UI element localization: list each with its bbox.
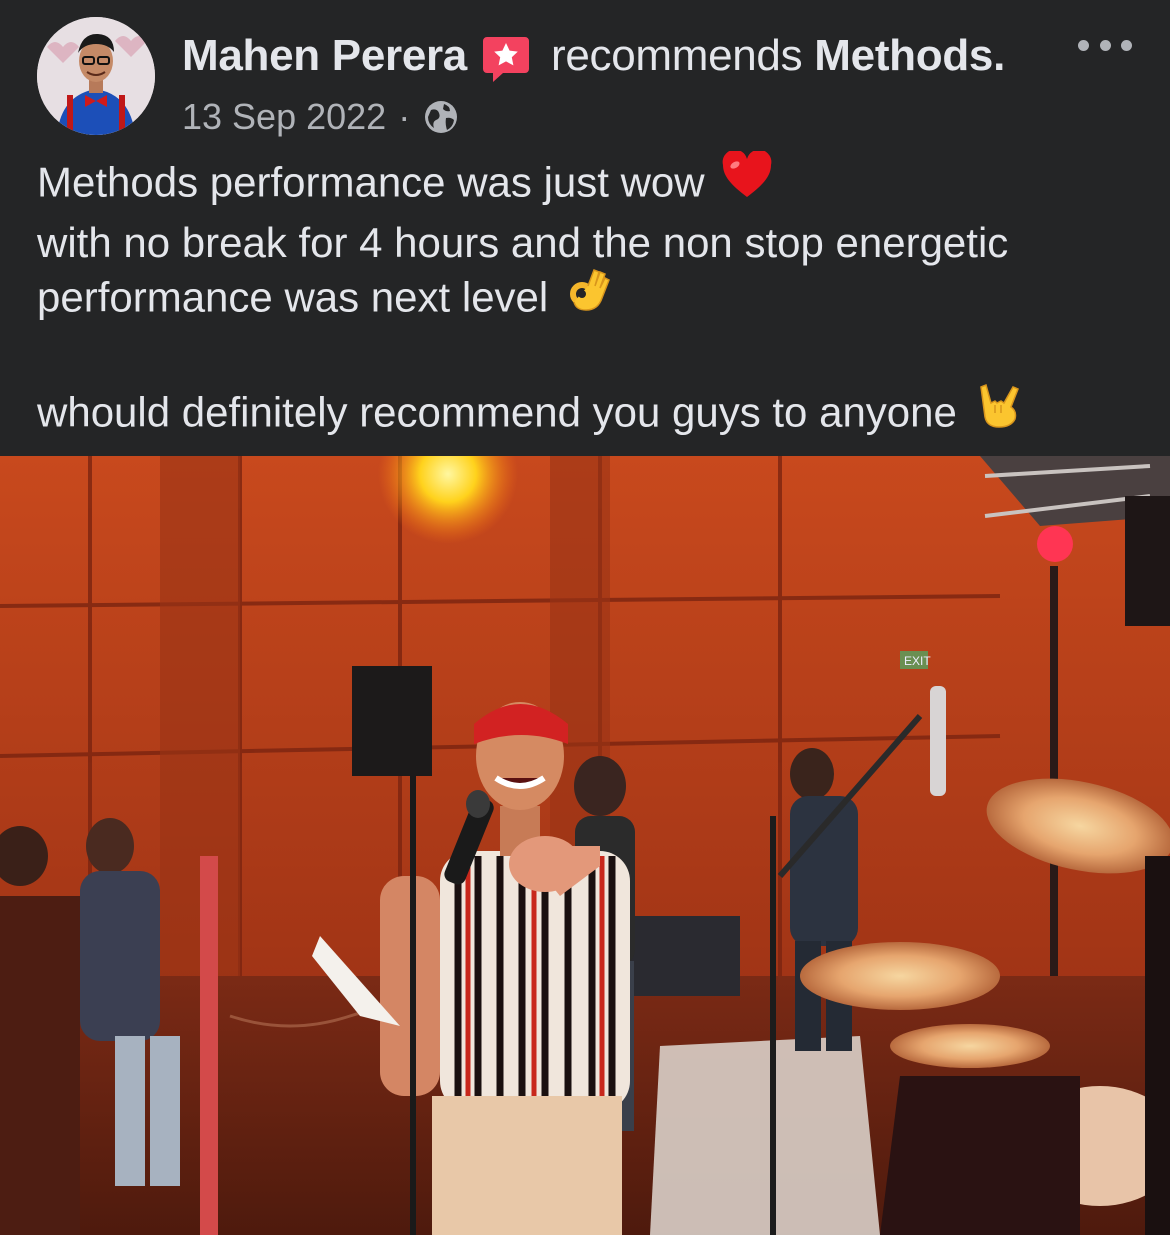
post-body: Methods performance was just wow with no… (37, 149, 1147, 446)
ok-hand-icon (564, 266, 612, 327)
star-speech-bubble-icon (481, 33, 531, 83)
post-date[interactable]: 13 Sep 2022 (182, 96, 386, 138)
post-body-line: Methods performance was just wow (37, 149, 1147, 216)
meta-separator: · (398, 96, 411, 137)
author-line: Mahen Perera recommends Methods. (182, 28, 1005, 84)
red-heart-icon (721, 149, 773, 212)
page-name-link[interactable]: Methods. (814, 31, 1005, 81)
post-body-line: with no break for 4 hours and the non st… (37, 219, 1009, 266)
more-options-button[interactable] (1078, 30, 1132, 60)
more-dots-icon (1078, 39, 1089, 51)
more-dots-icon (1099, 39, 1111, 51)
post-photo[interactable]: EXIT (0, 456, 1170, 1235)
globe-icon[interactable] (422, 98, 460, 136)
post-meta: 13 Sep 2022 · (182, 92, 460, 142)
avatar[interactable] (37, 17, 155, 135)
rock-on-hand-icon (973, 381, 1025, 442)
exit-sign: EXIT (904, 654, 931, 668)
post-body-line: performance was next level (37, 269, 1147, 331)
post-body-line: whould definitely recommend you guys to … (37, 383, 1147, 446)
author-name[interactable]: Mahen Perera (182, 31, 467, 81)
recommends-text: recommends (550, 31, 803, 80)
post-header: Mahen Perera recommends Methods. 13 Sep … (0, 0, 1170, 150)
more-dots-icon (1121, 39, 1132, 51)
